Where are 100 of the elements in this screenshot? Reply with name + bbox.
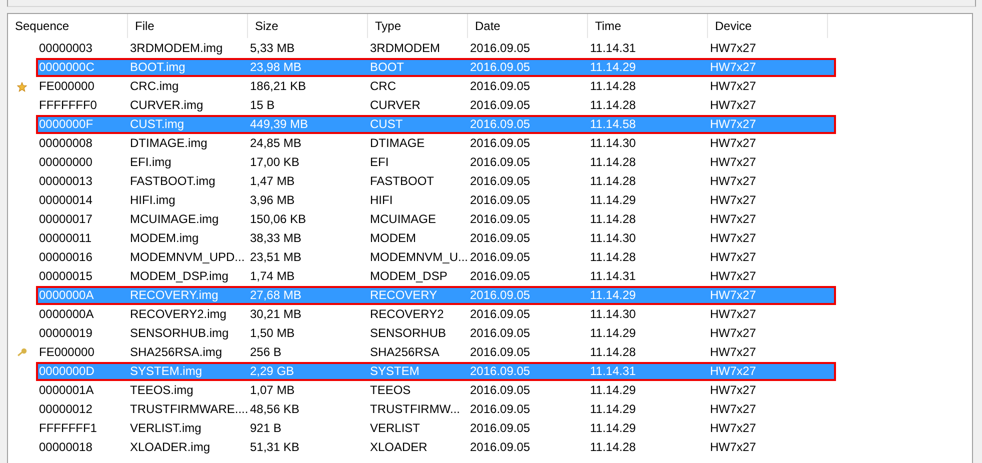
table-cell-text: RECOVERY.img xyxy=(130,288,220,303)
column-header[interactable]: File xyxy=(128,14,248,38)
table-row[interactable]: 00000000 EFI.img 17,00 KB EFI 2016.09.05 11.14.28 HW7x27 xyxy=(36,153,836,172)
table-cell-text: HW7x27 xyxy=(710,269,758,284)
table-cell-text: 11.14.28 xyxy=(590,440,637,455)
table-cell-text: 3,96 MB xyxy=(250,193,296,208)
table-row[interactable]: FFFFFFF1 VERLIST.img 921 B VERLIST 2016.09.05 11.14.29 HW7x27 xyxy=(36,419,836,438)
table-cell-text: FFFFFFF1 xyxy=(38,421,98,436)
table-cell-text: MCUIMAGE.img xyxy=(130,212,220,227)
table-cell-text: 30,21 MB xyxy=(250,307,302,322)
table-row[interactable]: FE000000 SHA256RSA.img 256 B SHA256RSA 2016.09.05 11.14.28 HW7x27 xyxy=(36,343,836,362)
table-cell-text: MCUIMAGE xyxy=(370,212,437,227)
table-row[interactable]: 0000000A RECOVERY2.img 30,21 MB RECOVERY2 2016.09.05 11.14.30 HW7x27 xyxy=(36,305,836,324)
table-cell-text: FE000000 xyxy=(38,79,96,94)
table-row[interactable]: 00000015 MODEM_DSP.img 1,74 MB MODEM_DSP 2016.09.05 11.14.31 HW7x27 xyxy=(36,267,836,286)
table-cell-text: 2016.09.05 xyxy=(470,345,532,360)
table-cell-text: EFI.img xyxy=(130,155,172,170)
table-cell-text: 17,00 KB xyxy=(250,155,300,170)
table-cell-text: HW7x27 xyxy=(710,402,758,417)
table-cell-text: MODEMNVM_UPD... xyxy=(130,250,246,265)
column-header[interactable]: Sequence xyxy=(8,14,128,38)
table-cell-text: DTIMAGE xyxy=(370,136,426,151)
table-row[interactable]: FE000000 CRC.img 186,21 KB CRC 2016.09.05 11.14.28 HW7x27 xyxy=(36,77,836,96)
table-cell-text: HIFI.img xyxy=(130,193,176,208)
table-cell-text: SYSTEM xyxy=(370,364,420,379)
table-row[interactable]: 00000003 3RDMODEM.img 5,33 MB 3RDMODEM 2016.09.05 11.14.31 HW7x27 xyxy=(36,39,836,58)
table-cell-text: BOOT xyxy=(370,60,406,75)
table-cell-text: CRC xyxy=(370,79,397,94)
table-cell-text: 2016.09.05 xyxy=(470,231,532,246)
table-cell-text: MODEM xyxy=(370,231,417,246)
table-cell-text: HW7x27 xyxy=(710,174,758,189)
table-cell-text: SHA256RSA.img xyxy=(130,345,224,360)
table-row[interactable]: 00000008 DTIMAGE.img 24,85 MB DTIMAGE 2016.09.05 11.14.30 HW7x27 xyxy=(36,134,836,153)
table-cell-text: CUST xyxy=(370,117,404,132)
column-header[interactable]: Time xyxy=(588,14,708,38)
table-cell-text: 2016.09.05 xyxy=(470,136,532,151)
table-cell-text: 11.14.58 xyxy=(590,117,637,132)
table-cell-text: 00000012 xyxy=(38,402,94,417)
table-cell-text: 186,21 KB xyxy=(250,79,308,94)
table-cell-text: HW7x27 xyxy=(710,60,758,75)
table-cell-text: 00000017 xyxy=(38,212,94,227)
table-cell-text: 2016.09.05 xyxy=(470,174,532,189)
table-cell-text: 2016.09.05 xyxy=(470,155,532,170)
table-cell-text: 449,39 MB xyxy=(250,117,310,132)
table-cell-text: FE000000 xyxy=(38,345,96,360)
table-cell-text: CRC.img xyxy=(130,79,180,94)
column-header[interactable]: Size xyxy=(248,14,368,38)
table-cell-text: CURVER.img xyxy=(130,98,204,113)
table-cell-text: 0000000A xyxy=(38,307,95,322)
table-cell-text: HW7x27 xyxy=(710,41,758,56)
table-cell-text: 2016.09.05 xyxy=(470,269,532,284)
table-cell-text: 2016.09.05 xyxy=(470,60,532,75)
table-row[interactable]: 00000013 FASTBOOT.img 1,47 MB FASTBOOT 2016.09.05 11.14.28 HW7x27 xyxy=(36,172,836,191)
table-cell-text: 11.14.29 xyxy=(590,402,637,417)
table-cell-text: 00000014 xyxy=(38,193,94,208)
table-cell-text: RECOVERY2.img xyxy=(130,307,228,322)
table-row[interactable]: 00000014 HIFI.img 3,96 MB HIFI 2016.09.05 11.14.29 HW7x27 xyxy=(36,191,836,210)
table-cell-text: 150,06 KB xyxy=(250,212,308,227)
table-row[interactable]: FFFFFFF0 CURVER.img 15 B CURVER 2016.09.05 11.14.28 HW7x27 xyxy=(36,96,836,115)
table-cell-text: HW7x27 xyxy=(710,440,758,455)
table-cell-text: 1,07 MB xyxy=(250,383,296,398)
table-cell-text: 0000000A xyxy=(38,288,95,303)
table-cell-text: 24,85 MB xyxy=(250,136,302,151)
table-row[interactable]: 0000001A TEEOS.img 1,07 MB TEEOS 2016.09.05 11.14.29 HW7x27 xyxy=(36,381,836,400)
table-cell-text: 11.14.28 xyxy=(590,155,637,170)
table-row[interactable]: 00000019 SENSORHUB.img 1,50 MB SENSORHUB 2016.09.05 11.14.29 HW7x27 xyxy=(36,324,836,343)
column-header[interactable]: Date xyxy=(468,14,588,38)
table-cell-text: MODEMNVM_U... xyxy=(370,250,470,265)
table-cell-text: 11.14.30 xyxy=(590,231,637,246)
table-cell-text: 2016.09.05 xyxy=(470,421,532,436)
table-row[interactable]: 00000011 MODEM.img 38,33 MB MODEM 2016.09.05 11.14.30 HW7x27 xyxy=(36,229,836,248)
table-cell-text: TRUSTFIRMWARE.... xyxy=(130,402,250,417)
table-cell-text: 2016.09.05 xyxy=(470,250,532,265)
table-cell-text: SENSORHUB.img xyxy=(130,326,230,341)
table-cell-text: 11.14.29 xyxy=(590,421,637,436)
table-cell-text: 11.14.29 xyxy=(590,193,637,208)
table-cell-text: HW7x27 xyxy=(710,231,758,246)
table-cell-text: 2016.09.05 xyxy=(470,193,532,208)
table-cell-text: HW7x27 xyxy=(710,345,758,360)
table-cell-text: 00000019 xyxy=(38,326,94,341)
table-cell-text: SHA256RSA xyxy=(370,345,440,360)
table-cell-text: MODEM_DSP.img xyxy=(130,269,230,284)
table-row[interactable]: 00000012 TRUSTFIRMWARE....48,56 KB TRUSTFIRMW... 2016.09.05 11.14.29 HW7x27 xyxy=(36,400,836,419)
column-header[interactable]: Device xyxy=(708,14,828,38)
table-cell-text: HW7x27 xyxy=(710,383,758,398)
table-cell-text: HW7x27 xyxy=(710,421,758,436)
column-header[interactable]: Type xyxy=(368,14,468,38)
table-cell-text: HW7x27 xyxy=(710,250,758,265)
table-cell-text: 23,98 MB xyxy=(250,60,302,75)
table-cell-text: 256 B xyxy=(250,345,282,360)
table-cell-text: 3RDMODEM.img xyxy=(130,41,224,56)
key-icon xyxy=(17,348,27,358)
table-row[interactable]: 00000018 XLOADER.img 51,31 KB XLOADER 2016.09.05 11.14.28 HW7x27 xyxy=(36,438,836,457)
table-cell-text: 0000001A xyxy=(38,383,95,398)
table-cell-text: SYSTEM.img xyxy=(130,364,204,379)
table-cell-text: 2016.09.05 xyxy=(470,117,532,132)
table-cell-text: 2016.09.05 xyxy=(470,440,532,455)
table-cell-text: 2016.09.05 xyxy=(470,402,532,417)
table-row[interactable]: 00000016 MODEMNVM_UPD... 23,51 MB MODEMNVM_U... 2016.09.05 11.14.28 HW7x27 xyxy=(36,248,836,267)
table-row[interactable]: 00000017 MCUIMAGE.img 150,06 KB MCUIMAGE 2016.09.05 11.14.28 HW7x27 xyxy=(36,210,836,229)
